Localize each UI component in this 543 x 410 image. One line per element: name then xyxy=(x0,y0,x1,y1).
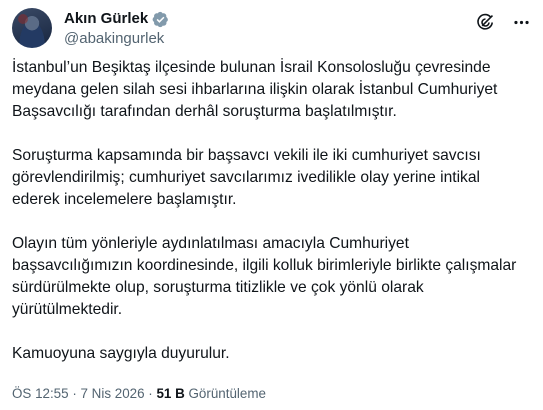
name-row: Akın Gürlek xyxy=(64,10,169,28)
tweet-date[interactable]: 7 Nis 2026 xyxy=(81,386,145,401)
meta-separator: · xyxy=(148,386,153,401)
handle[interactable]: @abakingurlek xyxy=(64,29,169,48)
tweet-meta: ÖS 12:55 · 7 Nis 2026 · 51 B Görüntüleme xyxy=(12,386,266,402)
tweet-paragraph: Olayın tüm yönleriyle aydınlatılması ama… xyxy=(12,235,517,318)
tweet: Akın Gürlek @abakingurlek İstanbul’un Be… xyxy=(0,0,543,410)
tweet-time[interactable]: ÖS 12:55 xyxy=(12,386,69,401)
display-name[interactable]: Akın Gürlek xyxy=(64,10,148,28)
tweet-paragraph: İstanbul’un Beşiktaş ilçesinde bulunan İ… xyxy=(12,59,498,120)
author-names: Akın Gürlek @abakingurlek xyxy=(64,10,169,48)
more-options-icon[interactable] xyxy=(511,12,531,32)
views-label: Görüntüleme xyxy=(188,386,266,401)
grok-icon[interactable] xyxy=(475,12,495,32)
tweet-body: İstanbul’un Beşiktaş ilçesinde bulunan İ… xyxy=(12,57,531,365)
tweet-paragraph: Soruşturma kapsamında bir başsavcı vekil… xyxy=(12,147,481,208)
tweet-header: Akın Gürlek @abakingurlek xyxy=(12,6,533,50)
meta-separator: · xyxy=(72,386,77,401)
tweet-paragraph: Kamuoyuna saygıyla duyurulur. xyxy=(12,345,230,362)
verified-badge-icon xyxy=(152,11,169,28)
views-count[interactable]: 51 B xyxy=(156,386,184,401)
avatar[interactable] xyxy=(12,8,52,48)
header-actions xyxy=(475,12,531,32)
